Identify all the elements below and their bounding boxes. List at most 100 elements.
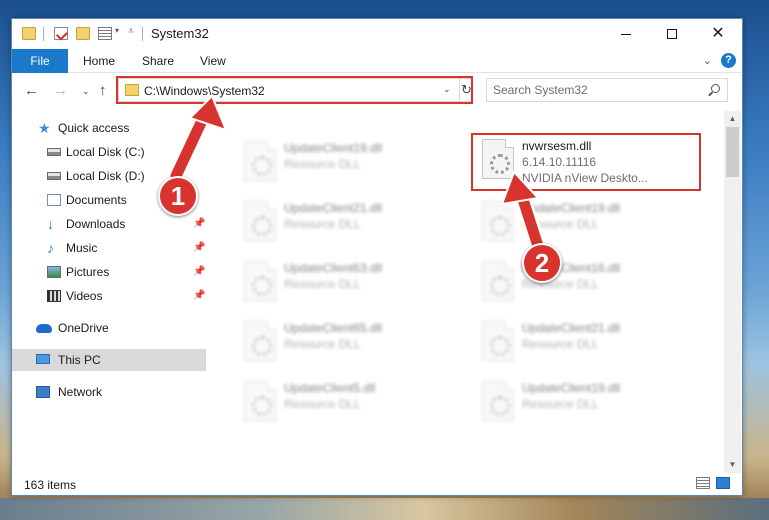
back-arrow-icon[interactable]: ← xyxy=(24,82,39,99)
search-box[interactable] xyxy=(486,78,728,102)
sidebar-item-label: Videos xyxy=(66,289,103,303)
minimize-button[interactable] xyxy=(603,19,649,49)
pin-icon[interactable]: 📌 xyxy=(193,237,205,259)
file-name: nvwrsesm.dll xyxy=(522,139,592,153)
customize-quick-access-icon[interactable]: ⩡ xyxy=(128,26,134,37)
sidebar-item-label: Network xyxy=(58,385,103,399)
sidebar-item-videos[interactable]: Videos 📌 xyxy=(12,285,206,307)
sidebar-item-quick-access[interactable]: ★ Quick access xyxy=(12,117,206,139)
large-icons-view-icon[interactable] xyxy=(716,477,730,489)
file-tile[interactable]: UpdateClient21.dll Resource DLL xyxy=(470,317,690,369)
file-explorer-window: ▾ ⩡ System32 ✕ File Home Share View ⌄ ? … xyxy=(11,18,743,496)
file-type: Resource DLL xyxy=(284,277,361,291)
folder-icon xyxy=(125,84,139,96)
sidebar-item-label: Downloads xyxy=(66,217,126,231)
expand-ribbon-icon[interactable]: ⌄ xyxy=(703,54,712,67)
tab-share[interactable]: Share xyxy=(142,49,174,73)
dll-file-icon xyxy=(482,381,514,421)
step-badge-1: 1 xyxy=(158,176,198,216)
file-list: UpdateClient19.dll Resource DLL UpdateCl… xyxy=(218,111,724,467)
tab-file[interactable]: File xyxy=(12,49,68,73)
pin-icon[interactable]: 📌 xyxy=(193,213,205,235)
pin-icon[interactable]: 📌 xyxy=(193,285,205,307)
download-icon: ↓ xyxy=(47,216,54,232)
search-icon[interactable] xyxy=(711,84,720,93)
file-tile[interactable]: UpdateClient5.dll Resource DLL xyxy=(232,377,452,429)
file-type: Resource DLL xyxy=(522,337,599,351)
maximize-icon xyxy=(667,29,677,39)
close-button[interactable]: ✕ xyxy=(695,19,741,49)
pin-icon[interactable]: 📌 xyxy=(193,261,205,283)
file-name: UpdateClient19.dll xyxy=(522,201,621,215)
star-icon: ★ xyxy=(38,120,51,136)
scroll-up-icon[interactable]: ▲ xyxy=(724,111,741,127)
view-icon[interactable] xyxy=(98,27,112,40)
address-row: ← → ⌄ ↑ C:\Windows\System32 ⌄ ↻ xyxy=(12,74,742,108)
window-title: System32 xyxy=(151,26,209,41)
sidebar-item-label: Music xyxy=(66,241,98,255)
file-name: UpdateClient21.dll xyxy=(522,321,621,335)
documents-icon xyxy=(47,194,61,206)
sidebar-item-this-pc[interactable]: This PC xyxy=(12,349,206,371)
refresh-icon[interactable]: ↻ xyxy=(459,79,473,101)
folder-icon[interactable] xyxy=(22,27,36,40)
sidebar-item-downloads[interactable]: ↓ Downloads 📌 xyxy=(12,213,206,235)
videos-icon xyxy=(47,290,61,302)
separator xyxy=(43,27,44,41)
sidebar-item-onedrive[interactable]: OneDrive xyxy=(12,317,206,339)
dll-file-icon xyxy=(244,321,276,361)
dll-file-icon xyxy=(244,201,276,241)
dll-file-icon xyxy=(244,381,276,421)
scroll-thumb[interactable] xyxy=(726,127,739,177)
new-folder-icon[interactable] xyxy=(76,27,90,40)
properties-icon[interactable] xyxy=(54,27,68,40)
file-tile[interactable]: UpdateClient19.dll Resource DLL xyxy=(470,197,690,249)
file-tile[interactable]: UpdateClient63.dll Resource DLL xyxy=(232,257,452,309)
scroll-down-icon[interactable]: ▼ xyxy=(724,457,741,473)
file-description: NVIDIA nView Deskto... xyxy=(522,171,648,185)
recent-locations-icon[interactable]: ⌄ xyxy=(82,86,90,97)
address-path[interactable]: C:\Windows\System32 xyxy=(144,84,265,98)
maximize-button[interactable] xyxy=(649,19,695,49)
disk-icon xyxy=(47,172,61,180)
sidebar-item-label: Pictures xyxy=(66,265,110,279)
up-arrow-icon[interactable]: ↑ xyxy=(99,82,107,99)
file-tile[interactable]: UpdateClient19.dll Resource DLL xyxy=(232,137,452,189)
title-bar: ▾ ⩡ System32 ✕ xyxy=(12,19,742,49)
separator xyxy=(142,27,143,41)
file-tile[interactable]: UpdateClient19.dll Resource DLL xyxy=(470,377,690,429)
dll-file-icon xyxy=(482,201,514,241)
tab-home[interactable]: Home xyxy=(83,49,115,73)
onedrive-icon xyxy=(36,324,52,333)
file-tile[interactable]: UpdateClient21.dll Resource DLL xyxy=(232,197,452,249)
disk-icon xyxy=(47,148,61,156)
file-type: Resource DLL xyxy=(284,337,361,351)
close-icon: ✕ xyxy=(711,25,725,42)
search-input[interactable] xyxy=(493,83,703,97)
file-type: Resource DLL xyxy=(284,217,361,231)
file-name: UpdateClient21.dll xyxy=(284,201,383,215)
file-tile[interactable]: UpdateClient16.dll Resource DLL xyxy=(470,257,690,309)
file-name: UpdateClient19.dll xyxy=(522,381,621,395)
help-icon[interactable]: ? xyxy=(721,53,736,68)
sidebar-item-label: Quick access xyxy=(58,121,130,135)
sidebar-item-local-disk-c[interactable]: Local Disk (C:) xyxy=(12,141,206,163)
chevron-down-icon[interactable]: ▾ xyxy=(115,26,119,35)
file-type: Resource DLL xyxy=(284,157,361,171)
dll-file-icon xyxy=(244,261,276,301)
desktop-background xyxy=(0,498,769,520)
sidebar-item-network[interactable]: Network xyxy=(12,381,206,403)
sidebar-item-pictures[interactable]: Pictures 📌 xyxy=(12,261,206,283)
forward-arrow-icon[interactable]: → xyxy=(53,82,68,99)
file-type: Resource DLL xyxy=(284,397,361,411)
address-bar[interactable]: C:\Windows\System32 ⌄ ↻ xyxy=(118,78,472,102)
file-version: 6.14.10.11116 xyxy=(522,155,597,169)
chevron-down-icon[interactable]: ⌄ xyxy=(443,84,451,95)
file-tile-nvwrsesm[interactable]: nvwrsesm.dll 6.14.10.11116 NVIDIA nView … xyxy=(470,135,690,187)
vertical-scrollbar[interactable]: ▲ ▼ xyxy=(724,111,741,473)
file-type: Resource DLL xyxy=(522,397,599,411)
details-view-icon[interactable] xyxy=(696,477,710,489)
tab-view[interactable]: View xyxy=(200,49,226,73)
sidebar-item-music[interactable]: ♪ Music 📌 xyxy=(12,237,206,259)
file-tile[interactable]: UpdateClient65.dll Resource DLL xyxy=(232,317,452,369)
